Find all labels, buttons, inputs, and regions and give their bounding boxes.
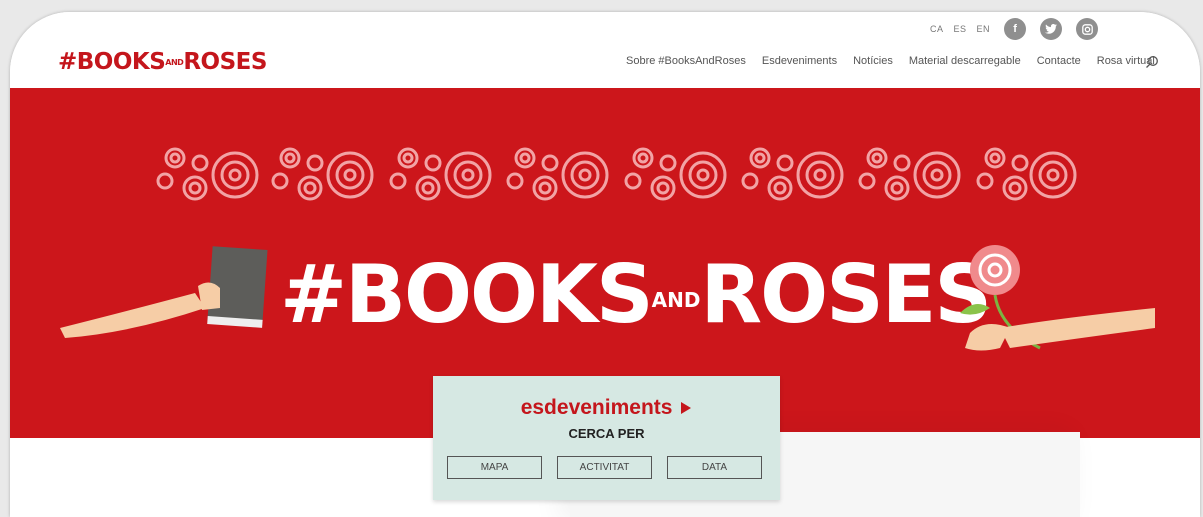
events-title[interactable]: esdeveniments [433, 396, 780, 420]
lang-en[interactable]: EN [977, 24, 991, 34]
play-arrow-icon [681, 402, 692, 415]
nav-material[interactable]: Material descarregable [909, 55, 1021, 67]
top-header: CA ES EN f #BOOKSANDROSES Sobre #BooksAn… [10, 12, 1200, 88]
activity-button[interactable]: ACTIVITAT [557, 456, 652, 479]
main-nav: Sobre #BooksAndRoses Esdeveniments Notíc… [626, 55, 1155, 67]
browser-frame: CA ES EN f #BOOKSANDROSES Sobre #BooksAn… [10, 12, 1200, 517]
logo-roses: ROSES [183, 49, 267, 75]
language-switcher: CA ES EN f [930, 18, 1099, 40]
search-icon[interactable] [1145, 55, 1159, 69]
map-button[interactable]: MAPA [447, 456, 542, 479]
nav-contacte[interactable]: Contacte [1037, 55, 1081, 67]
logo-and: AND [165, 58, 184, 67]
twitter-bird-glyph [1045, 24, 1058, 34]
site-logo[interactable]: #BOOKSANDROSES [58, 49, 267, 75]
instagram-icon[interactable] [1076, 18, 1099, 40]
hero-books: #BOOKS [280, 248, 654, 341]
events-search-panel: esdeveniments CERCA PER MAPA ACTIVITAT D… [433, 376, 780, 500]
twitter-icon[interactable] [1040, 18, 1063, 40]
hero-title: #BOOKSANDROSES [280, 248, 992, 341]
nav-esdeveniments[interactable]: Esdeveniments [762, 55, 837, 67]
nav-noticies[interactable]: Notícies [853, 55, 893, 67]
roses-decoration [156, 147, 1077, 201]
events-title-text: esdeveniments [520, 396, 673, 419]
search-by-label: CERCA PER [568, 426, 645, 441]
arm-with-rose-illustration [960, 245, 1155, 351]
nav-sobre[interactable]: Sobre #BooksAndRoses [626, 55, 746, 67]
instagram-glyph [1081, 23, 1093, 35]
logo-books: #BOOKS [58, 49, 166, 75]
date-button[interactable]: DATA [667, 456, 762, 479]
lang-es[interactable]: ES [954, 24, 967, 34]
facebook-icon[interactable]: f [1004, 18, 1027, 40]
hero-and: AND [651, 288, 701, 313]
search-buttons: MAPA ACTIVITAT DATA [447, 456, 762, 479]
lang-ca[interactable]: CA [930, 24, 944, 34]
arm-with-book-illustration [60, 246, 268, 338]
